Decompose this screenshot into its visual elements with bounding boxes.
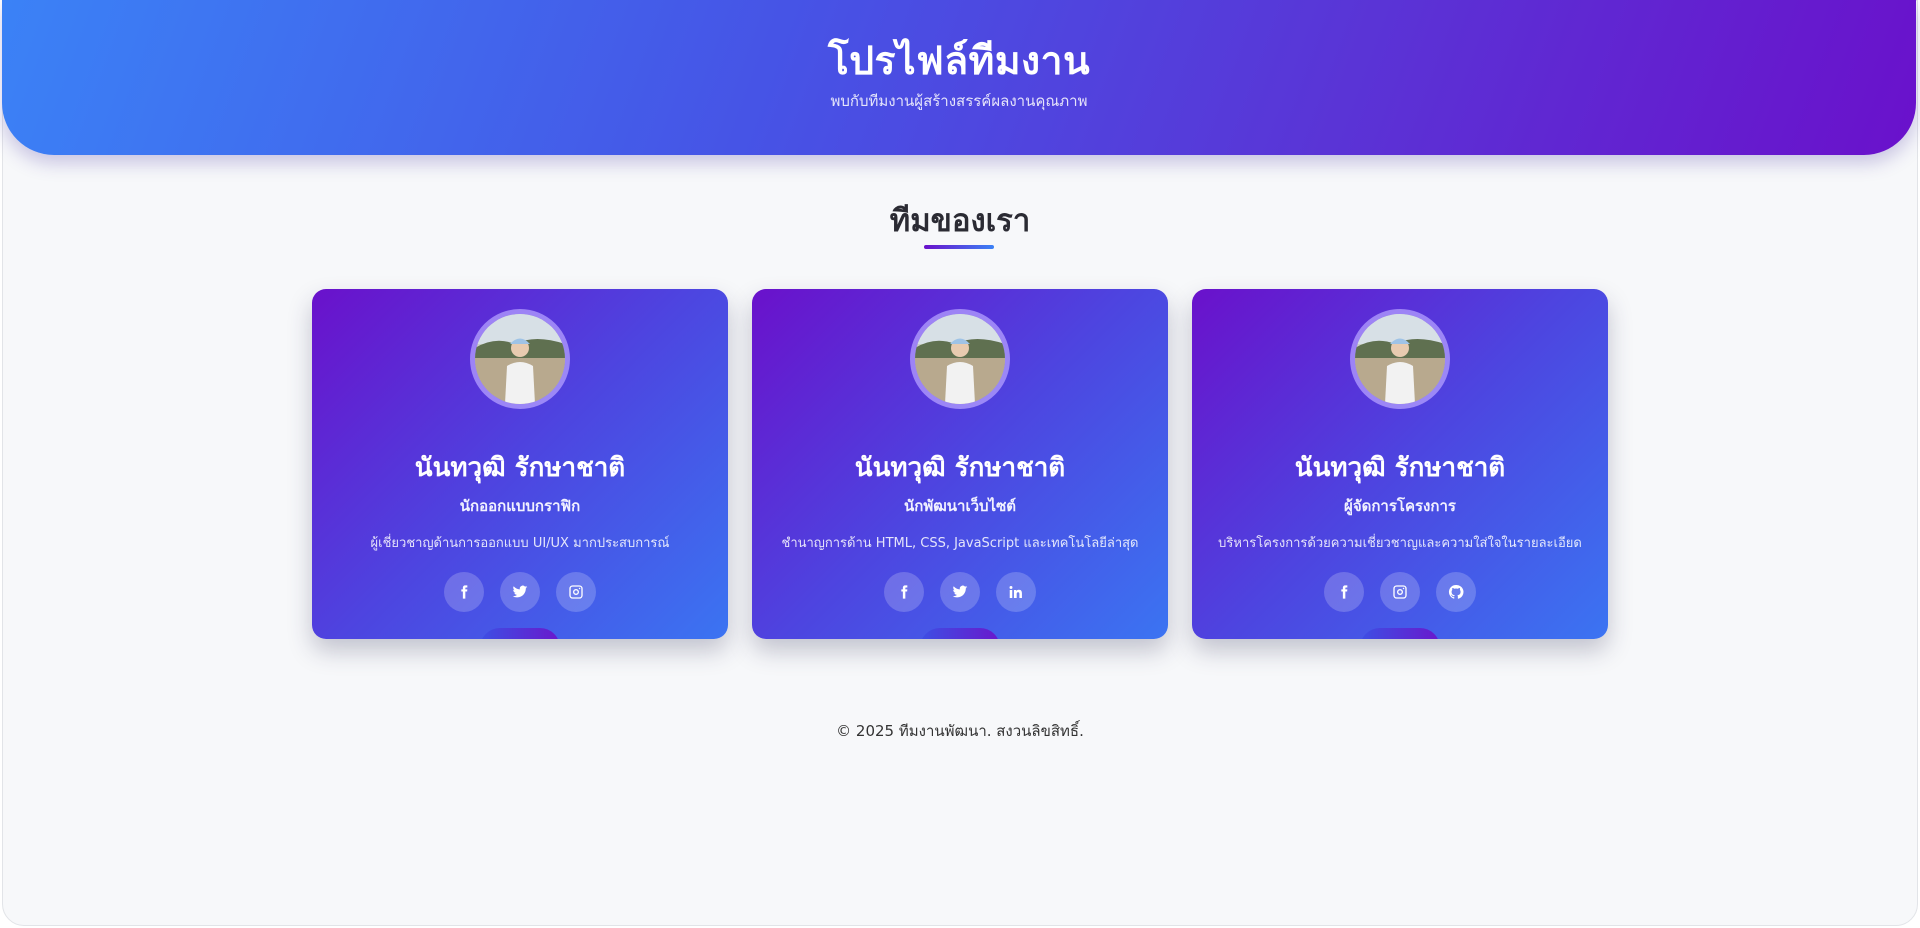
section-title-underline — [924, 245, 994, 249]
social-links — [752, 572, 1168, 612]
section-title: ทีมของเรา — [889, 203, 1031, 239]
twitter-icon[interactable] — [500, 572, 540, 612]
team-card: นันทวุฒิ รักษาชาติ นักพัฒนาเว็บไซต์ ชำนา… — [752, 289, 1168, 639]
team-card: นันทวุฒิ รักษาชาติ ผู้จัดการโครงการ บริห… — [1192, 289, 1608, 639]
member-name: นันทวุฒิ รักษาชาติ — [854, 453, 1066, 483]
member-bio: ผู้เชี่ยวชาญด้านการออกแบบ UI/UX มากประสบ… — [370, 536, 670, 551]
instagram-icon[interactable] — [556, 572, 596, 612]
instagram-icon[interactable] — [1380, 572, 1420, 612]
card-button[interactable] — [920, 628, 1000, 639]
page-title: โปรไฟล์ทีมงาน — [827, 39, 1091, 84]
member-bio: ชำนาญการด้าน HTML, CSS, JavaScript และเท… — [781, 536, 1139, 551]
social-links — [1192, 572, 1608, 612]
social-links — [312, 572, 728, 612]
member-name: นันทวุฒิ รักษาชาติ — [1294, 453, 1506, 483]
facebook-icon[interactable] — [884, 572, 924, 612]
member-role: นักพัฒนาเว็บไซต์ — [904, 497, 1016, 515]
card-button[interactable] — [1360, 628, 1440, 639]
member-bio: บริหารโครงการด้วยความเชี่ยวชาญและความใส่… — [1218, 536, 1582, 551]
github-icon[interactable] — [1436, 572, 1476, 612]
twitter-icon[interactable] — [940, 572, 980, 612]
avatar — [910, 309, 1010, 409]
avatar — [470, 309, 570, 409]
footer-copyright: © 2025 ทีมงานพัฒนา. สงวนลิขสิทธิ์. — [836, 722, 1084, 740]
member-name: นันทวุฒิ รักษาชาติ — [414, 453, 626, 483]
page-subtitle: พบกับทีมงานผู้สร้างสรรค์ผลงานคุณภาพ — [830, 92, 1088, 110]
member-role: นักออกแบบกราฟิก — [459, 497, 581, 515]
team-card: นันทวุฒิ รักษาชาติ นักออกแบบกราฟิก ผู้เช… — [312, 289, 728, 639]
avatar — [1350, 309, 1450, 409]
page-header: โปรไฟล์ทีมงาน พบกับทีมงานผู้สร้างสรรค์ผล… — [2, 0, 1916, 155]
facebook-icon[interactable] — [444, 572, 484, 612]
linkedin-icon[interactable] — [996, 572, 1036, 612]
card-button[interactable] — [480, 628, 560, 639]
facebook-icon[interactable] — [1324, 572, 1364, 612]
member-role: ผู้จัดการโครงการ — [1344, 497, 1456, 515]
